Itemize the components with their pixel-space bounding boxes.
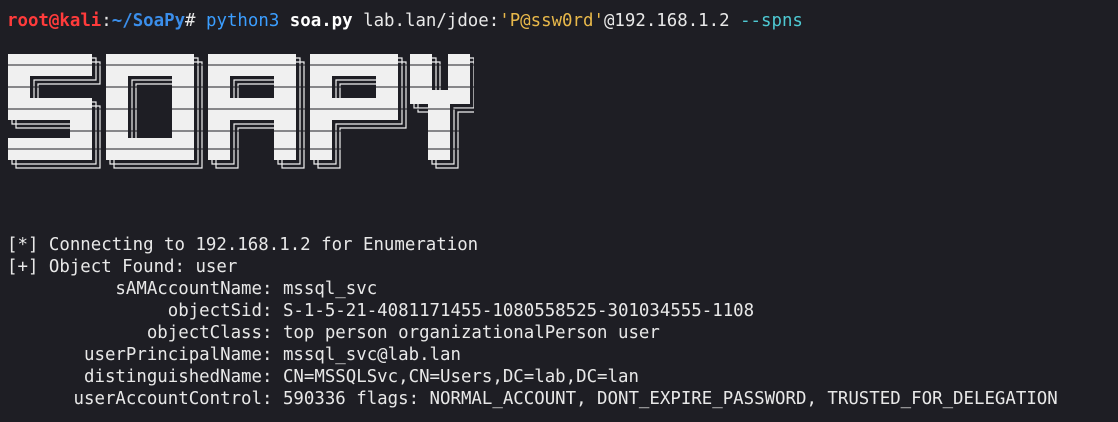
output-object-found: [+] Object Found: user: [7, 257, 238, 277]
attr-value: top person organizationalPerson user: [282, 323, 660, 343]
prompt-path: ~/SoaPy: [111, 11, 186, 31]
attr-key: userAccountControl: [73, 389, 262, 409]
attr-key: objectClass: [146, 323, 262, 343]
attr-value: mssql_svc: [282, 279, 378, 299]
cmd-interpreter: python3: [206, 11, 280, 31]
prompt-colon: :: [101, 11, 112, 31]
cmd-script: soa.py: [289, 11, 353, 31]
attr-row: sAMAccountName: mssql_svc: [7, 278, 377, 300]
command-prompt-line: root@kali:~/SoaPy# python3 soa.py lab.la…: [7, 10, 803, 32]
soapy-banner-logo: [4, 54, 474, 169]
banner-letter-p: [310, 54, 398, 160]
attr-key: distinguishedName: [84, 367, 262, 387]
prompt-user: root: [7, 11, 49, 31]
prompt-at: @: [48, 11, 60, 31]
terminal-window[interactable]: root@kali:~/SoaPy# python3 soa.py lab.la…: [0, 0, 1118, 422]
attr-value: CN=MSSQLSvc,CN=Users,DC=lab,DC=lan: [282, 367, 639, 387]
attr-key: userPrincipalName: [84, 345, 262, 365]
banner-letter-s: [8, 54, 92, 160]
banner-letters: [8, 54, 470, 160]
attr-row: objectSid: S-1-5-21-4081171455-108055852…: [7, 300, 754, 322]
attr-key: sAMAccountName: [115, 279, 262, 299]
cmd-target-host: @192.168.1.2: [603, 11, 730, 31]
prompt-hash: #: [185, 11, 196, 31]
attr-key: objectSid: [167, 301, 262, 321]
prompt-host: kali: [59, 11, 102, 31]
attr-row: objectClass: top person organizationalPe…: [7, 322, 660, 344]
cmd-target-prefix: lab.lan/jdoe:: [363, 11, 500, 31]
attr-row: userPrincipalName: mssql_svc@lab.lan: [7, 344, 461, 366]
attr-row: distinguishedName: CN=MSSQLSvc,CN=Users,…: [7, 366, 639, 388]
output-connecting: [*] Connecting to 192.168.1.2 for Enumer…: [7, 235, 479, 255]
cmd-flag: --spns: [740, 11, 803, 31]
attr-value: 590336 flags: NORMAL_ACCOUNT, DONT_EXPIR…: [282, 389, 1058, 409]
attr-row: userAccountControl: 590336 flags: NORMAL…: [7, 388, 1058, 410]
attr-value: S-1-5-21-4081171455-1080558525-301034555…: [282, 301, 755, 321]
banner-letter-a: [208, 54, 296, 160]
cmd-password: 'P@ssw0rd': [499, 11, 604, 31]
attr-value: mssql_svc@lab.lan: [282, 345, 461, 365]
banner-letter-o: [106, 54, 194, 160]
